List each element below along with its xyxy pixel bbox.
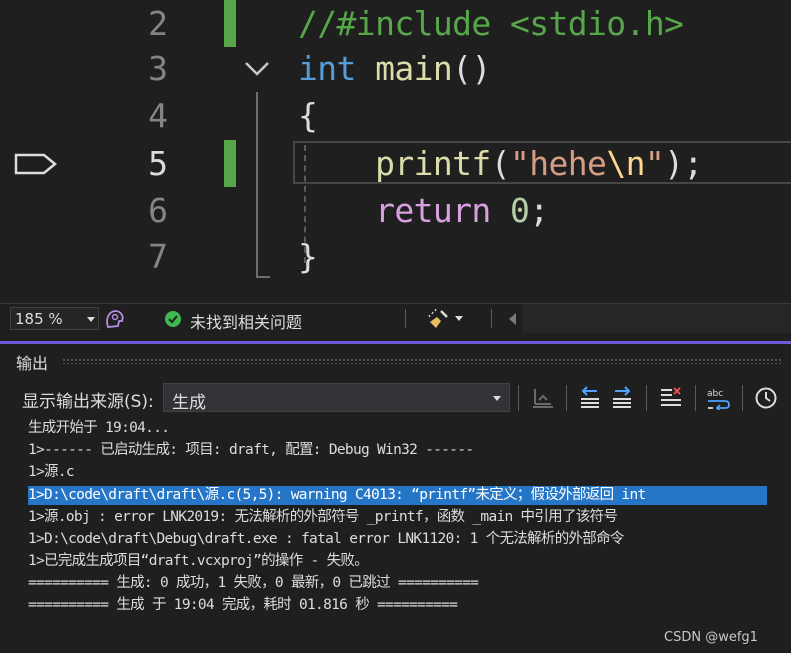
code-cleanup-brush-icon[interactable] — [428, 308, 450, 330]
go-to-location-icon[interactable] — [530, 386, 556, 410]
code-line[interactable]: 4{ — [0, 92, 791, 139]
output-line[interactable]: 1>已完成生成项目“draft.vcxproj”的操作 - 失败。 — [28, 552, 369, 571]
change-indicator — [224, 140, 236, 187]
zoom-value: 185 % — [15, 310, 63, 328]
code-line[interactable]: 2 //#include <stdio.h> — [0, 0, 791, 47]
code-token: ); — [664, 144, 703, 183]
line-number: 7 — [148, 237, 168, 276]
code-text[interactable]: int main() — [298, 45, 491, 92]
code-text[interactable]: } — [298, 233, 318, 280]
output-line[interactable]: 1>源.c — [28, 463, 75, 482]
line-number: 5 — [148, 144, 168, 183]
line-number: 3 — [148, 49, 168, 88]
code-token: } — [298, 237, 318, 276]
code-token: () — [452, 49, 491, 88]
output-source-value: 生成 — [172, 393, 206, 413]
code-token: printf — [375, 144, 491, 183]
editor-status-bar: 185 % 未找到相关问题 — [0, 303, 791, 333]
line-number: 4 — [148, 96, 168, 135]
code-token: //#include <stdio.h> — [298, 4, 684, 43]
code-token: return — [375, 191, 491, 230]
status-separator — [405, 309, 406, 328]
line-number: 2 — [148, 4, 168, 43]
clear-all-icon[interactable] — [658, 386, 684, 410]
output-line[interactable]: ========== 生成: 0 成功，1 失败，0 最新，0 已跳过 ====… — [28, 574, 479, 593]
output-line[interactable]: 生成开始于 19:04... — [28, 419, 170, 438]
code-token: \n — [606, 144, 645, 183]
output-source-select[interactable]: 生成 — [163, 383, 510, 413]
zoom-dropdown[interactable]: 185 % — [10, 307, 99, 330]
toolbar-separator — [646, 385, 647, 411]
output-line[interactable]: 1>D:\code\draft\Debug\draft.exe : fatal … — [28, 530, 624, 549]
code-token: int — [298, 49, 356, 88]
code-line[interactable]: 6 return 0; — [0, 187, 791, 234]
code-editor[interactable]: 2//#include <stdio.h> 3 int main() 4{5 prin… — [0, 0, 791, 303]
line-number: 6 — [148, 191, 168, 230]
code-text[interactable]: //#include <stdio.h> — [298, 0, 684, 47]
svg-text:abc: abc — [707, 389, 723, 399]
code-line[interactable]: 3 int main() — [0, 45, 791, 92]
output-line[interactable]: ========== 生成 于 19:04 完成，耗时 01.816 秒 ===… — [28, 596, 458, 615]
output-panel: 输出 显示输出来源(S): 生成 abc 生成开始于 19:04... 1>---… — [0, 341, 791, 653]
scroll-left-icon[interactable] — [509, 313, 516, 325]
code-token: "hehe — [509, 144, 607, 183]
code-text[interactable]: return 0; — [298, 187, 549, 234]
code-token: ; — [529, 191, 549, 230]
code-health-icon[interactable] — [104, 309, 126, 329]
next-message-icon[interactable] — [609, 386, 635, 410]
panel-drag-grip[interactable] — [62, 358, 782, 364]
toolbar-separator — [518, 385, 519, 411]
check-circle-icon — [165, 311, 181, 327]
issues-status-text[interactable]: 未找到相关问题 — [190, 309, 302, 333]
code-token: ( — [490, 144, 511, 183]
code-text[interactable]: printf("hehe\n"); — [298, 140, 703, 187]
change-indicator — [224, 0, 236, 47]
output-line[interactable]: 1>源.obj : error LNK2019: 无法解析的外部符号 _prin… — [28, 508, 618, 527]
output-panel-title[interactable]: 输出 — [16, 350, 48, 374]
code-line[interactable]: 7} — [0, 233, 791, 280]
output-source-label: 显示输出来源(S): — [22, 392, 154, 412]
previous-message-icon[interactable] — [577, 386, 603, 410]
timestamp-clock-icon[interactable] — [754, 386, 778, 410]
code-token: 0 — [509, 191, 530, 230]
code-line[interactable]: 5 printf("hehe\n"); — [0, 140, 791, 187]
word-wrap-icon[interactable]: abc — [705, 386, 731, 410]
status-separator — [491, 309, 492, 328]
output-line[interactable]: 1>------ 已启动生成: 项目: draft, 配置: Debug Win… — [28, 441, 474, 460]
chevron-down-icon — [493, 396, 501, 401]
toolbar-separator — [695, 385, 696, 411]
chevron-down-icon — [87, 317, 95, 322]
code-token: " — [644, 144, 665, 183]
output-line-selected[interactable]: 1>D:\code\draft\draft\源.c(5,5): warning … — [28, 486, 767, 505]
code-text[interactable]: { — [298, 92, 318, 139]
toolbar-separator — [742, 385, 743, 411]
toolbar-separator — [566, 385, 567, 411]
chevron-down-icon[interactable] — [455, 316, 463, 321]
code-token: main — [375, 49, 453, 88]
code-token: { — [298, 96, 318, 135]
watermark: CSDN @wefg1 — [664, 630, 758, 645]
horizontal-scrollbar[interactable] — [522, 304, 791, 333]
